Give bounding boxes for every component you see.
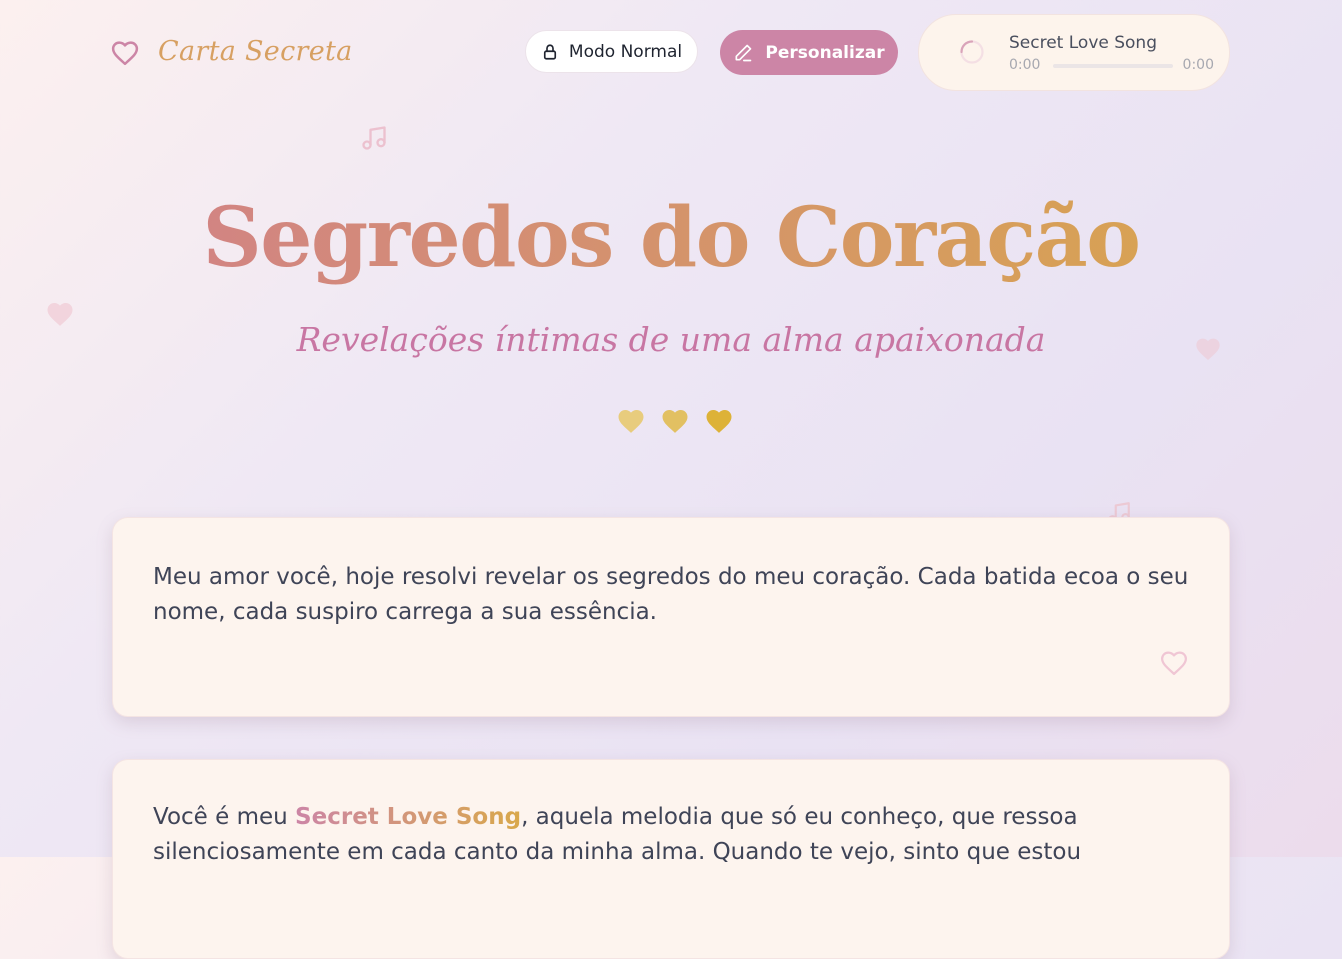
personalizar-label: Personalizar	[765, 42, 885, 63]
card-text-before: Você é meu	[153, 804, 296, 830]
heart-outline-icon[interactable]	[1159, 648, 1189, 676]
letter-card: Você é meu Secret Love Song, aquela melo…	[112, 759, 1230, 959]
card-text: Meu amor você, hoje resolvi revelar os s…	[153, 564, 1189, 625]
duration: 0:00	[1182, 57, 1214, 73]
music-note-icon	[362, 126, 386, 150]
song-highlight: Secret Love Song	[295, 804, 522, 830]
pencil-icon	[735, 44, 752, 61]
heart-outline-icon	[111, 40, 139, 65]
modo-normal-button[interactable]: Modo Normal	[525, 30, 698, 73]
music-player: Secret Love Song 0:00 0:00	[918, 14, 1230, 91]
personalizar-button[interactable]: Personalizar	[720, 30, 898, 75]
spinner-icon[interactable]	[959, 39, 985, 65]
song-title: Secret Love Song	[1009, 33, 1157, 53]
progress-bar[interactable]	[1053, 64, 1173, 68]
heart-icon	[662, 410, 688, 433]
letter-card: Meu amor você, hoje resolvi revelar os s…	[112, 517, 1230, 717]
heart-icon	[706, 410, 732, 433]
hearts-divider	[616, 406, 734, 434]
modo-normal-label: Modo Normal	[568, 41, 683, 62]
page-title: Segredos do Coração	[0, 190, 1342, 286]
page-subtitle: Revelações íntimas de uma alma apaixonad…	[296, 320, 1046, 359]
brand[interactable]: Carta Secreta	[110, 36, 353, 67]
lock-icon	[543, 44, 556, 60]
current-time: 0:00	[1009, 57, 1041, 73]
card-text: Você é meu Secret Love Song, aquela melo…	[153, 800, 1193, 870]
heart-icon	[618, 410, 644, 433]
brand-name: Carta Secreta	[158, 36, 353, 67]
